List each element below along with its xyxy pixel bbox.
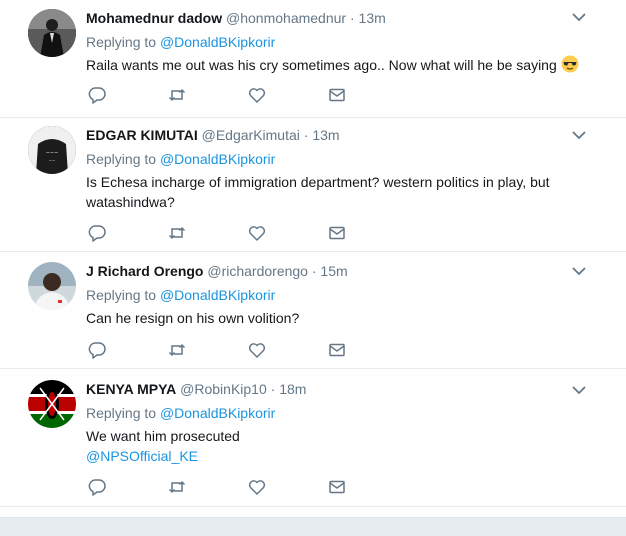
user-name[interactable]: J Richard Orengo: [86, 263, 203, 279]
mail-icon[interactable]: [328, 86, 346, 104]
tweet-text: We want him prosecuted @NPSOfficial_KE: [86, 426, 586, 466]
reply-prefix: Replying to: [86, 405, 157, 421]
separator: ·: [349, 10, 355, 26]
retweet-icon[interactable]: [168, 224, 186, 242]
reply-context: Replying to @DonaldBKipkorir: [86, 286, 586, 304]
reply-prefix: Replying to: [86, 151, 157, 167]
avatar[interactable]: ~~~ ~~: [28, 126, 76, 174]
tweet[interactable]: Mohamednur dadow @honmohamednur · 13m Re…: [0, 0, 626, 118]
tweet-mention-link[interactable]: @NPSOfficial_KE: [86, 446, 586, 466]
avatar[interactable]: [28, 380, 76, 428]
tweet[interactable]: ~~~ ~~ EDGAR KIMUTAI @EdgarKimutai · 13m…: [0, 118, 626, 252]
reply-mention[interactable]: @DonaldBKipkorir: [160, 405, 275, 421]
user-name[interactable]: Mohamednur dadow: [86, 10, 222, 26]
user-handle[interactable]: @RobinKip10: [180, 381, 267, 397]
user-handle[interactable]: @honmohamednur: [226, 10, 346, 26]
heart-icon[interactable]: [248, 224, 266, 242]
tweet-text: Is Echesa incharge of immigration depart…: [86, 174, 550, 210]
feed-footer-divider: [0, 517, 626, 536]
user-handle[interactable]: @richardorengo: [207, 263, 308, 279]
tweet-header: KENYA MPYA @RobinKip10 · 18m: [86, 380, 586, 398]
tweet[interactable]: KENYA MPYA @RobinKip10 · 18m Replying to…: [0, 369, 626, 507]
reply-mention[interactable]: @DonaldBKipkorir: [160, 151, 275, 167]
kenya-flag-avatar: [28, 380, 76, 428]
reply-mention[interactable]: @DonaldBKipkorir: [160, 287, 275, 303]
timestamp[interactable]: 18m: [279, 381, 306, 397]
user-name[interactable]: EDGAR KIMUTAI: [86, 127, 198, 143]
mail-icon[interactable]: [328, 478, 346, 496]
reply-context: Replying to @DonaldBKipkorir: [86, 150, 586, 168]
avatar-image: ~~~ ~~: [28, 126, 76, 174]
chevron-down-icon[interactable]: [572, 130, 586, 140]
retweet-icon[interactable]: [168, 86, 186, 104]
avatar-image: [28, 9, 76, 57]
tweet-content: J Richard Orengo @richardorengo · 15m Re…: [86, 262, 586, 328]
reply-prefix: Replying to: [86, 287, 157, 303]
reply-icon[interactable]: [88, 86, 106, 104]
retweet-icon[interactable]: [168, 478, 186, 496]
tweet-content: KENYA MPYA @RobinKip10 · 18m Replying to…: [86, 380, 586, 466]
reply-icon[interactable]: [88, 478, 106, 496]
chevron-down-icon[interactable]: [572, 12, 586, 22]
reply-prefix: Replying to: [86, 34, 157, 50]
tweet-text-body: We want him prosecuted: [86, 428, 240, 444]
separator: ·: [270, 381, 276, 397]
retweet-icon[interactable]: [168, 341, 186, 359]
tweet-text-body: Raila wants me out was his cry sometimes…: [86, 57, 557, 73]
chevron-down-icon[interactable]: [572, 266, 586, 276]
timestamp[interactable]: 13m: [312, 127, 339, 143]
reply-mention[interactable]: @DonaldBKipkorir: [160, 34, 275, 50]
timestamp[interactable]: 15m: [320, 263, 347, 279]
tweet-text: Can he resign on his own volition?: [86, 310, 300, 326]
tweet-content: EDGAR KIMUTAI @EdgarKimutai · 13m Replyi…: [86, 126, 586, 212]
sunglasses-emoji-icon: [561, 55, 579, 73]
avatar-image: [28, 262, 76, 310]
mail-icon[interactable]: [328, 224, 346, 242]
tweet-header: EDGAR KIMUTAI @EdgarKimutai · 13m: [86, 126, 586, 144]
avatar[interactable]: [28, 262, 76, 310]
heart-icon[interactable]: [248, 478, 266, 496]
chevron-down-icon[interactable]: [572, 385, 586, 395]
timestamp[interactable]: 13m: [359, 10, 386, 26]
reply-context: Replying to @DonaldBKipkorir: [86, 404, 586, 422]
tweet-content: Mohamednur dadow @honmohamednur · 13m Re…: [86, 9, 586, 75]
svg-text:~~~: ~~~: [46, 150, 59, 156]
reply-context: Replying to @DonaldBKipkorir: [86, 33, 586, 51]
reply-icon[interactable]: [88, 224, 106, 242]
user-handle[interactable]: @EdgarKimutai: [202, 127, 300, 143]
avatar[interactable]: [28, 9, 76, 57]
tweet-text: Raila wants me out was his cry sometimes…: [86, 55, 586, 75]
separator: ·: [303, 127, 309, 143]
tweet-header: J Richard Orengo @richardorengo · 15m: [86, 262, 586, 280]
tweet-header: Mohamednur dadow @honmohamednur · 13m: [86, 9, 586, 27]
svg-text:~~: ~~: [49, 158, 56, 163]
heart-icon[interactable]: [248, 86, 266, 104]
mail-icon[interactable]: [328, 341, 346, 359]
tweet[interactable]: J Richard Orengo @richardorengo · 15m Re…: [0, 252, 626, 369]
heart-icon[interactable]: [248, 341, 266, 359]
separator: ·: [311, 263, 317, 279]
reply-icon[interactable]: [88, 341, 106, 359]
user-name[interactable]: KENYA MPYA: [86, 381, 176, 397]
